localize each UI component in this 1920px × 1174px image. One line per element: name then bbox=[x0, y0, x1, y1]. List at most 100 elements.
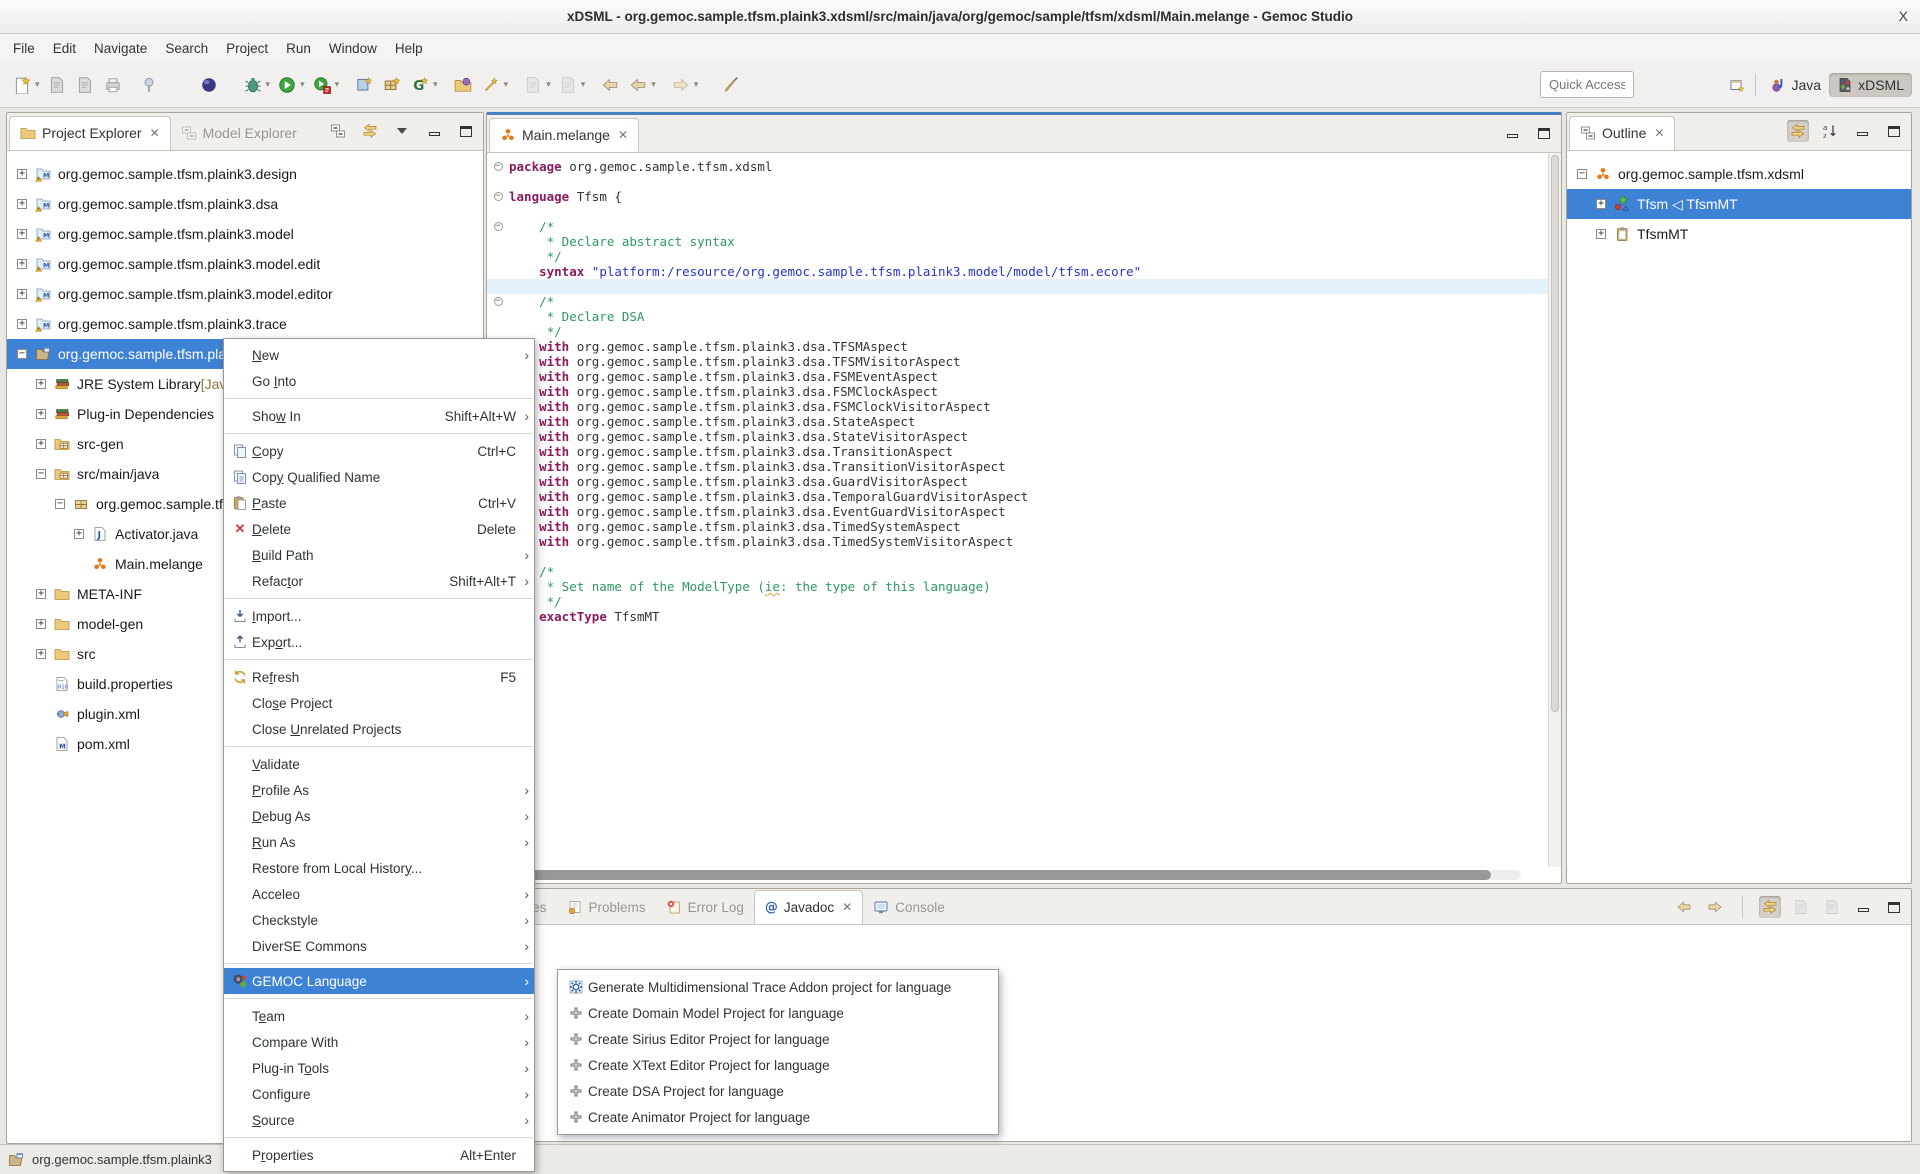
expander-icon[interactable]: + bbox=[74, 529, 84, 539]
forward-button[interactable] bbox=[668, 72, 694, 98]
javadoc-back-button[interactable] bbox=[1673, 896, 1695, 918]
open-perspective-button[interactable] bbox=[1726, 74, 1748, 96]
outline-sort-button[interactable] bbox=[1819, 120, 1841, 142]
annotation-button[interactable] bbox=[718, 72, 744, 98]
tree-item[interactable]: +org.gemoc.sample.tfsm.plaink3.design bbox=[7, 159, 483, 189]
menu-item-plug-in-tools[interactable]: Plug-in Tools› bbox=[224, 1055, 534, 1081]
expander-icon[interactable]: + bbox=[17, 169, 27, 179]
menu-item-go-into[interactable]: Go Into bbox=[224, 368, 534, 394]
close-icon[interactable]: ✕ bbox=[618, 128, 628, 142]
close-icon[interactable]: ✕ bbox=[842, 900, 852, 914]
menubar-item-run[interactable]: Run bbox=[277, 37, 320, 60]
minimize-button[interactable] bbox=[423, 120, 445, 142]
menu-item-close-project[interactable]: Close Project bbox=[224, 690, 534, 716]
expander-icon[interactable]: + bbox=[36, 589, 46, 599]
expander-icon[interactable]: − bbox=[1577, 169, 1587, 179]
menubar-item-edit[interactable]: Edit bbox=[44, 37, 85, 60]
tab-problems[interactable]: Problems bbox=[557, 890, 656, 924]
menu-item-create-sirius-editor-project-for-language[interactable]: Create Sirius Editor Project for languag… bbox=[558, 1026, 998, 1052]
expander-icon[interactable]: − bbox=[55, 499, 65, 509]
tab-main-melange[interactable]: Main.melange ✕ bbox=[489, 118, 639, 152]
expander-icon[interactable]: + bbox=[17, 229, 27, 239]
back-button[interactable] bbox=[625, 72, 651, 98]
menu-item-create-dsa-project-for-language[interactable]: Create DSA Project for language bbox=[558, 1078, 998, 1104]
tab-project-explorer[interactable]: Project Explorer ✕ bbox=[9, 116, 171, 150]
fold-icon[interactable]: − bbox=[494, 222, 503, 231]
tab-javadoc[interactable]: @Javadoc✕ bbox=[754, 890, 863, 924]
tab-error-log[interactable]: Error Log bbox=[656, 890, 754, 924]
fold-icon[interactable]: − bbox=[494, 192, 503, 201]
search-button[interactable] bbox=[478, 72, 504, 98]
expander-icon[interactable]: − bbox=[36, 469, 46, 479]
editor-maximize-button[interactable] bbox=[1533, 122, 1555, 144]
outline-minimize-button[interactable] bbox=[1851, 120, 1873, 142]
forward-dropdown[interactable]: ▾ bbox=[694, 79, 699, 90]
menu-item-copy[interactable]: CopyCtrl+C bbox=[224, 438, 534, 464]
menu-item-source[interactable]: Source› bbox=[224, 1107, 534, 1133]
view-menu-button[interactable] bbox=[391, 120, 413, 142]
expander-icon[interactable]: + bbox=[17, 289, 27, 299]
expander-icon[interactable]: + bbox=[1596, 229, 1606, 239]
fold-icon[interactable]: − bbox=[494, 162, 503, 171]
new-java-project-button[interactable] bbox=[351, 72, 377, 98]
quick-access-input[interactable] bbox=[1540, 71, 1634, 98]
new-package-button[interactable] bbox=[379, 72, 405, 98]
outline-maximize-button[interactable] bbox=[1883, 120, 1905, 142]
coverage-dropdown[interactable]: ▾ bbox=[546, 79, 551, 90]
menubar-item-help[interactable]: Help bbox=[386, 37, 432, 60]
last-edit-location-button[interactable] bbox=[597, 72, 623, 98]
new-wizard-button[interactable] bbox=[9, 72, 35, 98]
debug-dropdown[interactable]: ▾ bbox=[266, 79, 271, 90]
menu-item-delete[interactable]: ✕DeleteDelete bbox=[224, 516, 534, 542]
expander-icon[interactable]: − bbox=[17, 349, 27, 359]
menu-item-compare-with[interactable]: Compare With› bbox=[224, 1029, 534, 1055]
menu-item-create-xtext-editor-project-for-language[interactable]: Create XText Editor Project for language bbox=[558, 1052, 998, 1078]
expander-icon[interactable]: + bbox=[36, 619, 46, 629]
window-close-button[interactable]: X bbox=[1899, 8, 1908, 24]
new-wizard-dropdown[interactable]: ▾ bbox=[35, 79, 40, 90]
menu-item-checkstyle[interactable]: Checkstyle› bbox=[224, 907, 534, 933]
expander-icon[interactable]: + bbox=[36, 439, 46, 449]
perspective-xdsml-button[interactable]: xDSML bbox=[1829, 73, 1912, 97]
outline-link-with-editor-button[interactable] bbox=[1787, 120, 1809, 142]
menu-item-refresh[interactable]: RefreshF5 bbox=[224, 664, 534, 690]
expander-icon[interactable]: + bbox=[36, 649, 46, 659]
expander-icon[interactable]: + bbox=[17, 319, 27, 329]
menu-item-debug-as[interactable]: Debug As› bbox=[224, 803, 534, 829]
profile-dropdown[interactable]: ▾ bbox=[581, 79, 586, 90]
menu-item-configure[interactable]: Configure› bbox=[224, 1081, 534, 1107]
javadoc-forward-button[interactable] bbox=[1704, 896, 1726, 918]
coverage-button[interactable] bbox=[520, 72, 546, 98]
close-icon[interactable]: ✕ bbox=[150, 126, 160, 140]
menu-item-gemoc-language[interactable]: GEMOC Language› bbox=[224, 968, 534, 994]
open-input-button[interactable] bbox=[1821, 896, 1843, 918]
tree-item[interactable]: +org.gemoc.sample.tfsm.plaink3.model bbox=[7, 219, 483, 249]
menu-item-properties[interactable]: PropertiesAlt+Enter bbox=[224, 1142, 534, 1168]
menu-item-generate-multidimensional-trace-addon-project-for-language[interactable]: Generate Multidimensional Trace Addon pr… bbox=[558, 974, 998, 1000]
javadoc-link-with-editor-button[interactable] bbox=[1759, 896, 1781, 918]
run-dropdown[interactable]: ▾ bbox=[300, 79, 305, 90]
menu-item-export[interactable]: Export... bbox=[224, 629, 534, 655]
menu-item-acceleo[interactable]: Acceleo› bbox=[224, 881, 534, 907]
collapse-all-button[interactable] bbox=[327, 120, 349, 142]
link-with-editor-button[interactable] bbox=[359, 120, 381, 142]
search-dropdown[interactable]: ▾ bbox=[504, 79, 509, 90]
maximize-button[interactable] bbox=[455, 120, 477, 142]
editor-minimize-button[interactable] bbox=[1501, 122, 1523, 144]
menu-item-restore-from-local-history[interactable]: Restore from Local History... bbox=[224, 855, 534, 881]
menubar-item-search[interactable]: Search bbox=[156, 37, 217, 60]
print-button[interactable] bbox=[100, 72, 126, 98]
tree-item[interactable]: +Tfsm ◁ TfsmMT bbox=[1567, 189, 1911, 219]
editor-vertical-scrollbar[interactable] bbox=[1548, 153, 1561, 867]
code-editor[interactable]: −package org.gemoc.sample.tfsm.xdsml−lan… bbox=[487, 153, 1561, 867]
new-plugin-button[interactable] bbox=[407, 72, 433, 98]
menubar-item-navigate[interactable]: Navigate bbox=[85, 37, 156, 60]
menu-item-paste[interactable]: PasteCtrl+V bbox=[224, 490, 534, 516]
expander-icon[interactable]: + bbox=[17, 259, 27, 269]
editor-horizontal-scrollbar[interactable] bbox=[511, 870, 1521, 880]
tree-item[interactable]: +org.gemoc.sample.tfsm.plaink3.trace bbox=[7, 309, 483, 339]
tree-item[interactable]: +org.gemoc.sample.tfsm.plaink3.model.edi… bbox=[7, 249, 483, 279]
menu-item-team[interactable]: Team› bbox=[224, 1003, 534, 1029]
external-tools-button[interactable] bbox=[196, 72, 222, 98]
save-button[interactable] bbox=[44, 72, 70, 98]
